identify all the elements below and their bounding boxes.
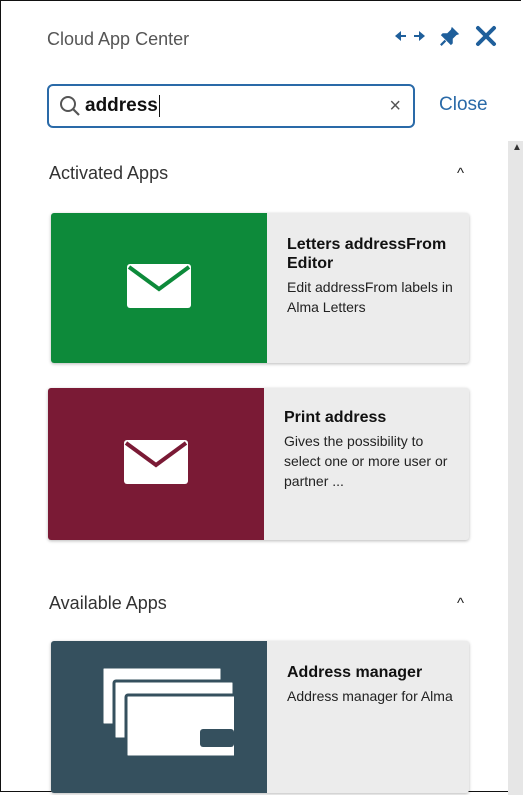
- app-thumbnail: [48, 388, 264, 540]
- envelope-icon: [126, 263, 192, 314]
- search-input[interactable]: address ×: [47, 84, 415, 128]
- text-cursor: [158, 95, 160, 117]
- app-card-letters-addressfrom[interactable]: Letters addressFrom Editor Edit addressF…: [51, 213, 469, 363]
- section-title-available: Available Apps: [49, 593, 167, 613]
- search-icon: [59, 95, 81, 117]
- app-description: Address manager for Alma: [287, 688, 453, 704]
- cloud-app-center-panel: Cloud App Center address × Close ▲ Activ…: [0, 0, 523, 795]
- expand-arrows-icon[interactable]: [395, 30, 425, 42]
- collapse-activated-chevron-icon[interactable]: ^: [457, 165, 464, 182]
- search-value[interactable]: address: [85, 95, 158, 117]
- app-card-print-address[interactable]: Print address Gives the possibility to s…: [48, 388, 469, 540]
- app-title: Address manager: [287, 664, 423, 681]
- clear-search-button[interactable]: ×: [389, 95, 401, 118]
- app-thumbnail: [51, 641, 267, 793]
- app-title: Letters addressFrom Editor: [287, 236, 447, 272]
- app-thumbnail: [51, 213, 267, 363]
- envelope-icon: [123, 439, 189, 490]
- collapse-available-chevron-icon[interactable]: ^: [457, 595, 464, 612]
- panel-title: Cloud App Center: [47, 29, 190, 49]
- header-actions: [395, 25, 497, 47]
- section-title-activated: Activated Apps: [49, 163, 169, 183]
- stacked-cards-icon: [84, 655, 248, 780]
- app-card-address-manager[interactable]: Address manager Address manager for Alma: [51, 641, 469, 793]
- close-search-button[interactable]: Close: [439, 94, 488, 116]
- scroll-up-arrow-icon[interactable]: ▲: [512, 142, 522, 153]
- app-description: Gives the possibility to select one or m…: [284, 433, 448, 489]
- close-icon[interactable]: [475, 25, 497, 47]
- pin-icon[interactable]: [439, 25, 461, 47]
- app-description: Edit addressFrom labels in Alma Letters: [287, 279, 453, 315]
- scrollbar[interactable]: [508, 141, 523, 795]
- app-title: Print address: [284, 409, 387, 426]
